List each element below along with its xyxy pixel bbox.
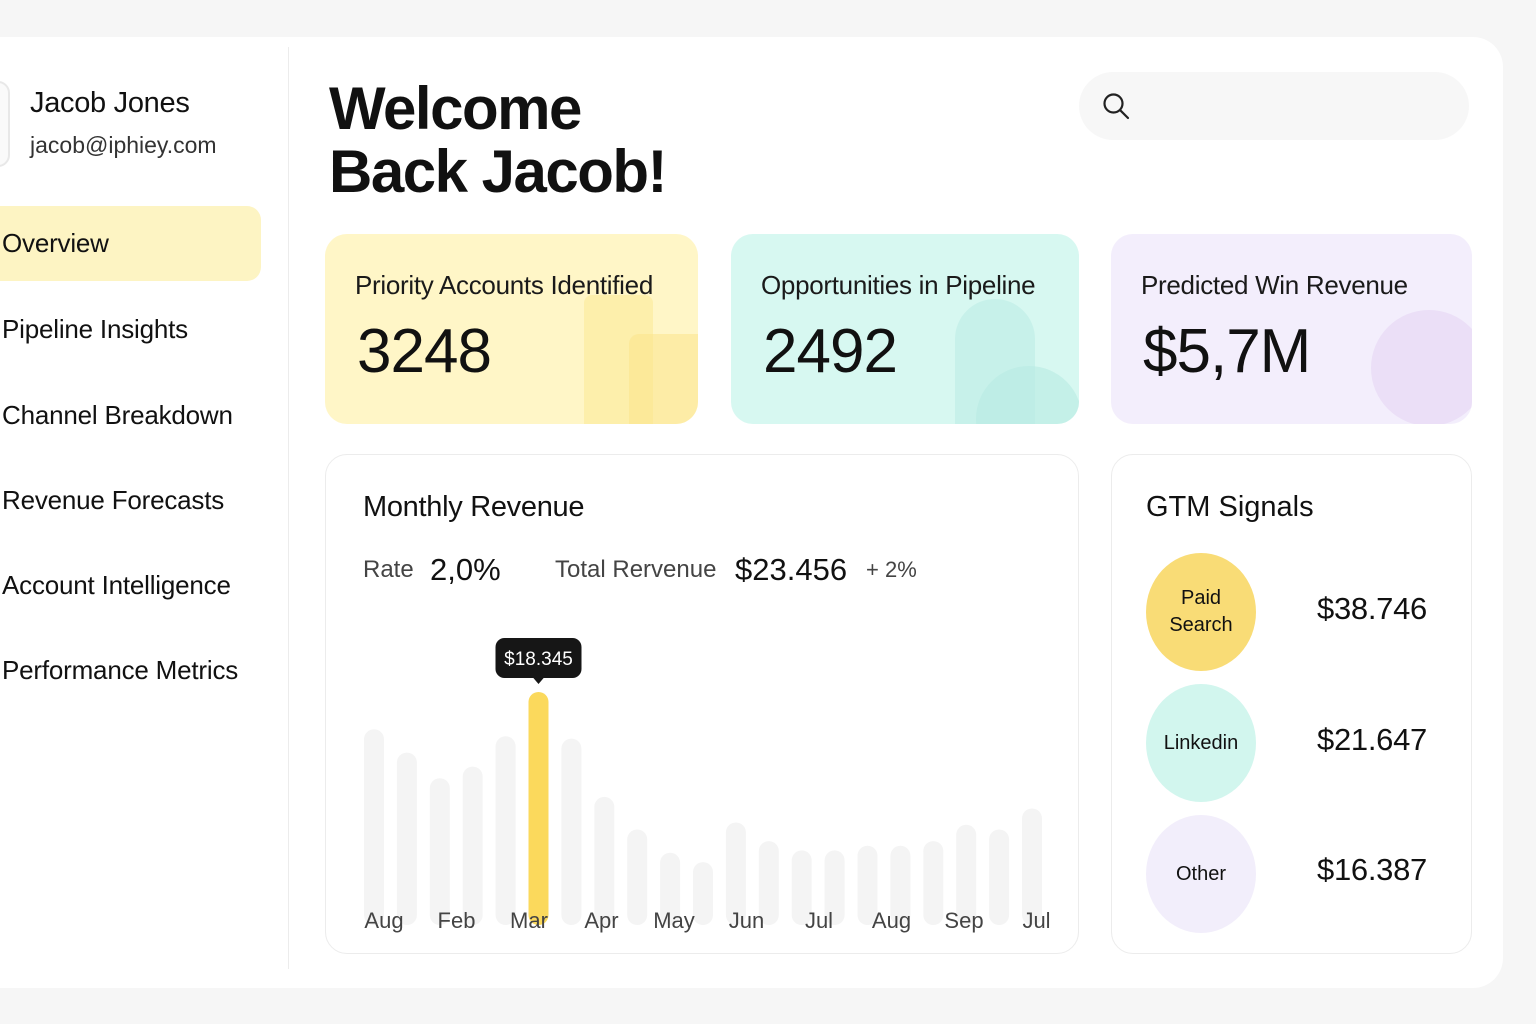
x-axis-label: May: [653, 908, 695, 933]
sidebar-item-overview[interactable]: Overview: [0, 206, 261, 281]
signal-label: Paid Search: [1169, 587, 1233, 636]
bar-tooltip: $18.345: [495, 638, 582, 684]
search-bar[interactable]: [1079, 72, 1469, 140]
x-axis-label: Jul: [1022, 908, 1050, 933]
chart-bar[interactable]: [396, 752, 417, 925]
search-input[interactable]: [1145, 94, 1445, 118]
page-title: Welcome Back Jacob!: [329, 75, 668, 205]
gtm-signals-title: GTM Signals: [1146, 491, 1314, 523]
welcome-line-1: Welcome: [329, 75, 582, 142]
signal-other-value: $16.387: [1317, 852, 1427, 887]
stat-card-priority-accounts[interactable]: Priority Accounts Identified 3248: [325, 234, 698, 424]
chart-bar[interactable]: [693, 862, 713, 925]
x-axis-label: Jul: [805, 908, 833, 933]
signal-paid-search-value: $38.746: [1317, 591, 1427, 626]
x-axis-label: Sep: [944, 908, 983, 933]
signal-linkedin-value: $21.647: [1317, 722, 1427, 757]
chart-bar[interactable]: [462, 766, 483, 925]
signal-other-circle[interactable]: Other: [1146, 815, 1256, 933]
stat-card-title: Predicted Win Revenue: [1141, 270, 1408, 300]
chart-bar[interactable]: [364, 729, 384, 925]
stat-card-title: Opportunities in Pipeline: [761, 270, 1036, 300]
signal-label: Other: [1175, 862, 1227, 885]
chart-bar[interactable]: [495, 736, 516, 925]
x-axis-label: Mar: [510, 908, 548, 933]
monthly-revenue-panel: Monthly Revenue Rate 2,0% Total Rervenue…: [325, 454, 1079, 954]
sidebar: Jacob Jones jacob@iphiey.com Overview Pi…: [0, 37, 289, 988]
user-email: jacob@iphiey.com: [30, 132, 217, 158]
sidebar-item-pipeline-insights[interactable]: Pipeline Insights: [0, 292, 261, 367]
avatar[interactable]: [0, 81, 10, 167]
sidebar-divider: [288, 47, 289, 969]
stat-card-value: 3248: [357, 317, 492, 386]
sidebar-item-label: Revenue Forecasts: [2, 485, 225, 515]
bar-tooltip-label: $18.345: [504, 649, 573, 670]
sidebar-item-channel-breakdown[interactable]: Channel Breakdown: [0, 378, 261, 453]
highlighted-bar[interactable]: [528, 692, 549, 925]
monthly-revenue-bar-chart: $18.345 Aug Feb Mar Apr May Jun Jul Aug Sep Jul: [364, 638, 1051, 933]
stat-card-value: 2492: [763, 317, 898, 386]
sidebar-item-label: Overview: [2, 228, 109, 258]
gtm-signals-panel: GTM Signals Paid Search $38.746 Linkedin…: [1111, 454, 1472, 954]
signal-label: Linkedin: [1163, 731, 1239, 754]
stat-card-opportunities[interactable]: Opportunities in Pipeline 2492: [731, 234, 1079, 424]
sidebar-item-account-intelligence[interactable]: Account Intelligence: [0, 548, 261, 623]
signal-linkedin-circle[interactable]: Linkedin: [1146, 684, 1256, 802]
decorative-shape: [629, 334, 698, 424]
x-axis-label: Aug: [872, 908, 911, 933]
welcome-line-2: Back Jacob!: [329, 138, 668, 205]
x-axis-label: Jun: [729, 908, 764, 933]
x-axis-label: Aug: [364, 908, 403, 933]
sidebar-item-label: Account Intelligence: [2, 570, 231, 600]
chart-bar[interactable]: [594, 796, 615, 926]
signal-paid-search-circle[interactable]: Paid Search: [1146, 553, 1256, 671]
app-window: Jacob Jones jacob@iphiey.com Overview Pi…: [0, 37, 1503, 988]
chart-bar[interactable]: [561, 738, 582, 925]
decorative-shape: [1371, 310, 1472, 424]
search-icon: [1103, 93, 1130, 120]
user-name: Jacob Jones: [30, 87, 190, 119]
x-axis-label: Feb: [438, 908, 476, 933]
sidebar-item-label: Pipeline Insights: [2, 314, 188, 344]
sidebar-item-revenue-forecasts[interactable]: Revenue Forecasts: [0, 463, 261, 538]
x-axis-label: Apr: [584, 908, 618, 933]
chart-bar[interactable]: [627, 829, 648, 926]
stat-card-predicted-win-revenue[interactable]: Predicted Win Revenue $5,7M: [1111, 234, 1472, 424]
sidebar-item-performance-metrics[interactable]: Performance Metrics: [0, 633, 261, 708]
chart-bar[interactable]: [429, 778, 450, 925]
chart-bar[interactable]: [923, 841, 944, 925]
chart-bar[interactable]: [989, 829, 1010, 926]
sidebar-item-label: Channel Breakdown: [2, 400, 233, 430]
stat-card-title: Priority Accounts Identified: [355, 270, 653, 300]
sidebar-item-label: Performance Metrics: [2, 655, 239, 685]
stat-card-value: $5,7M: [1143, 317, 1311, 386]
